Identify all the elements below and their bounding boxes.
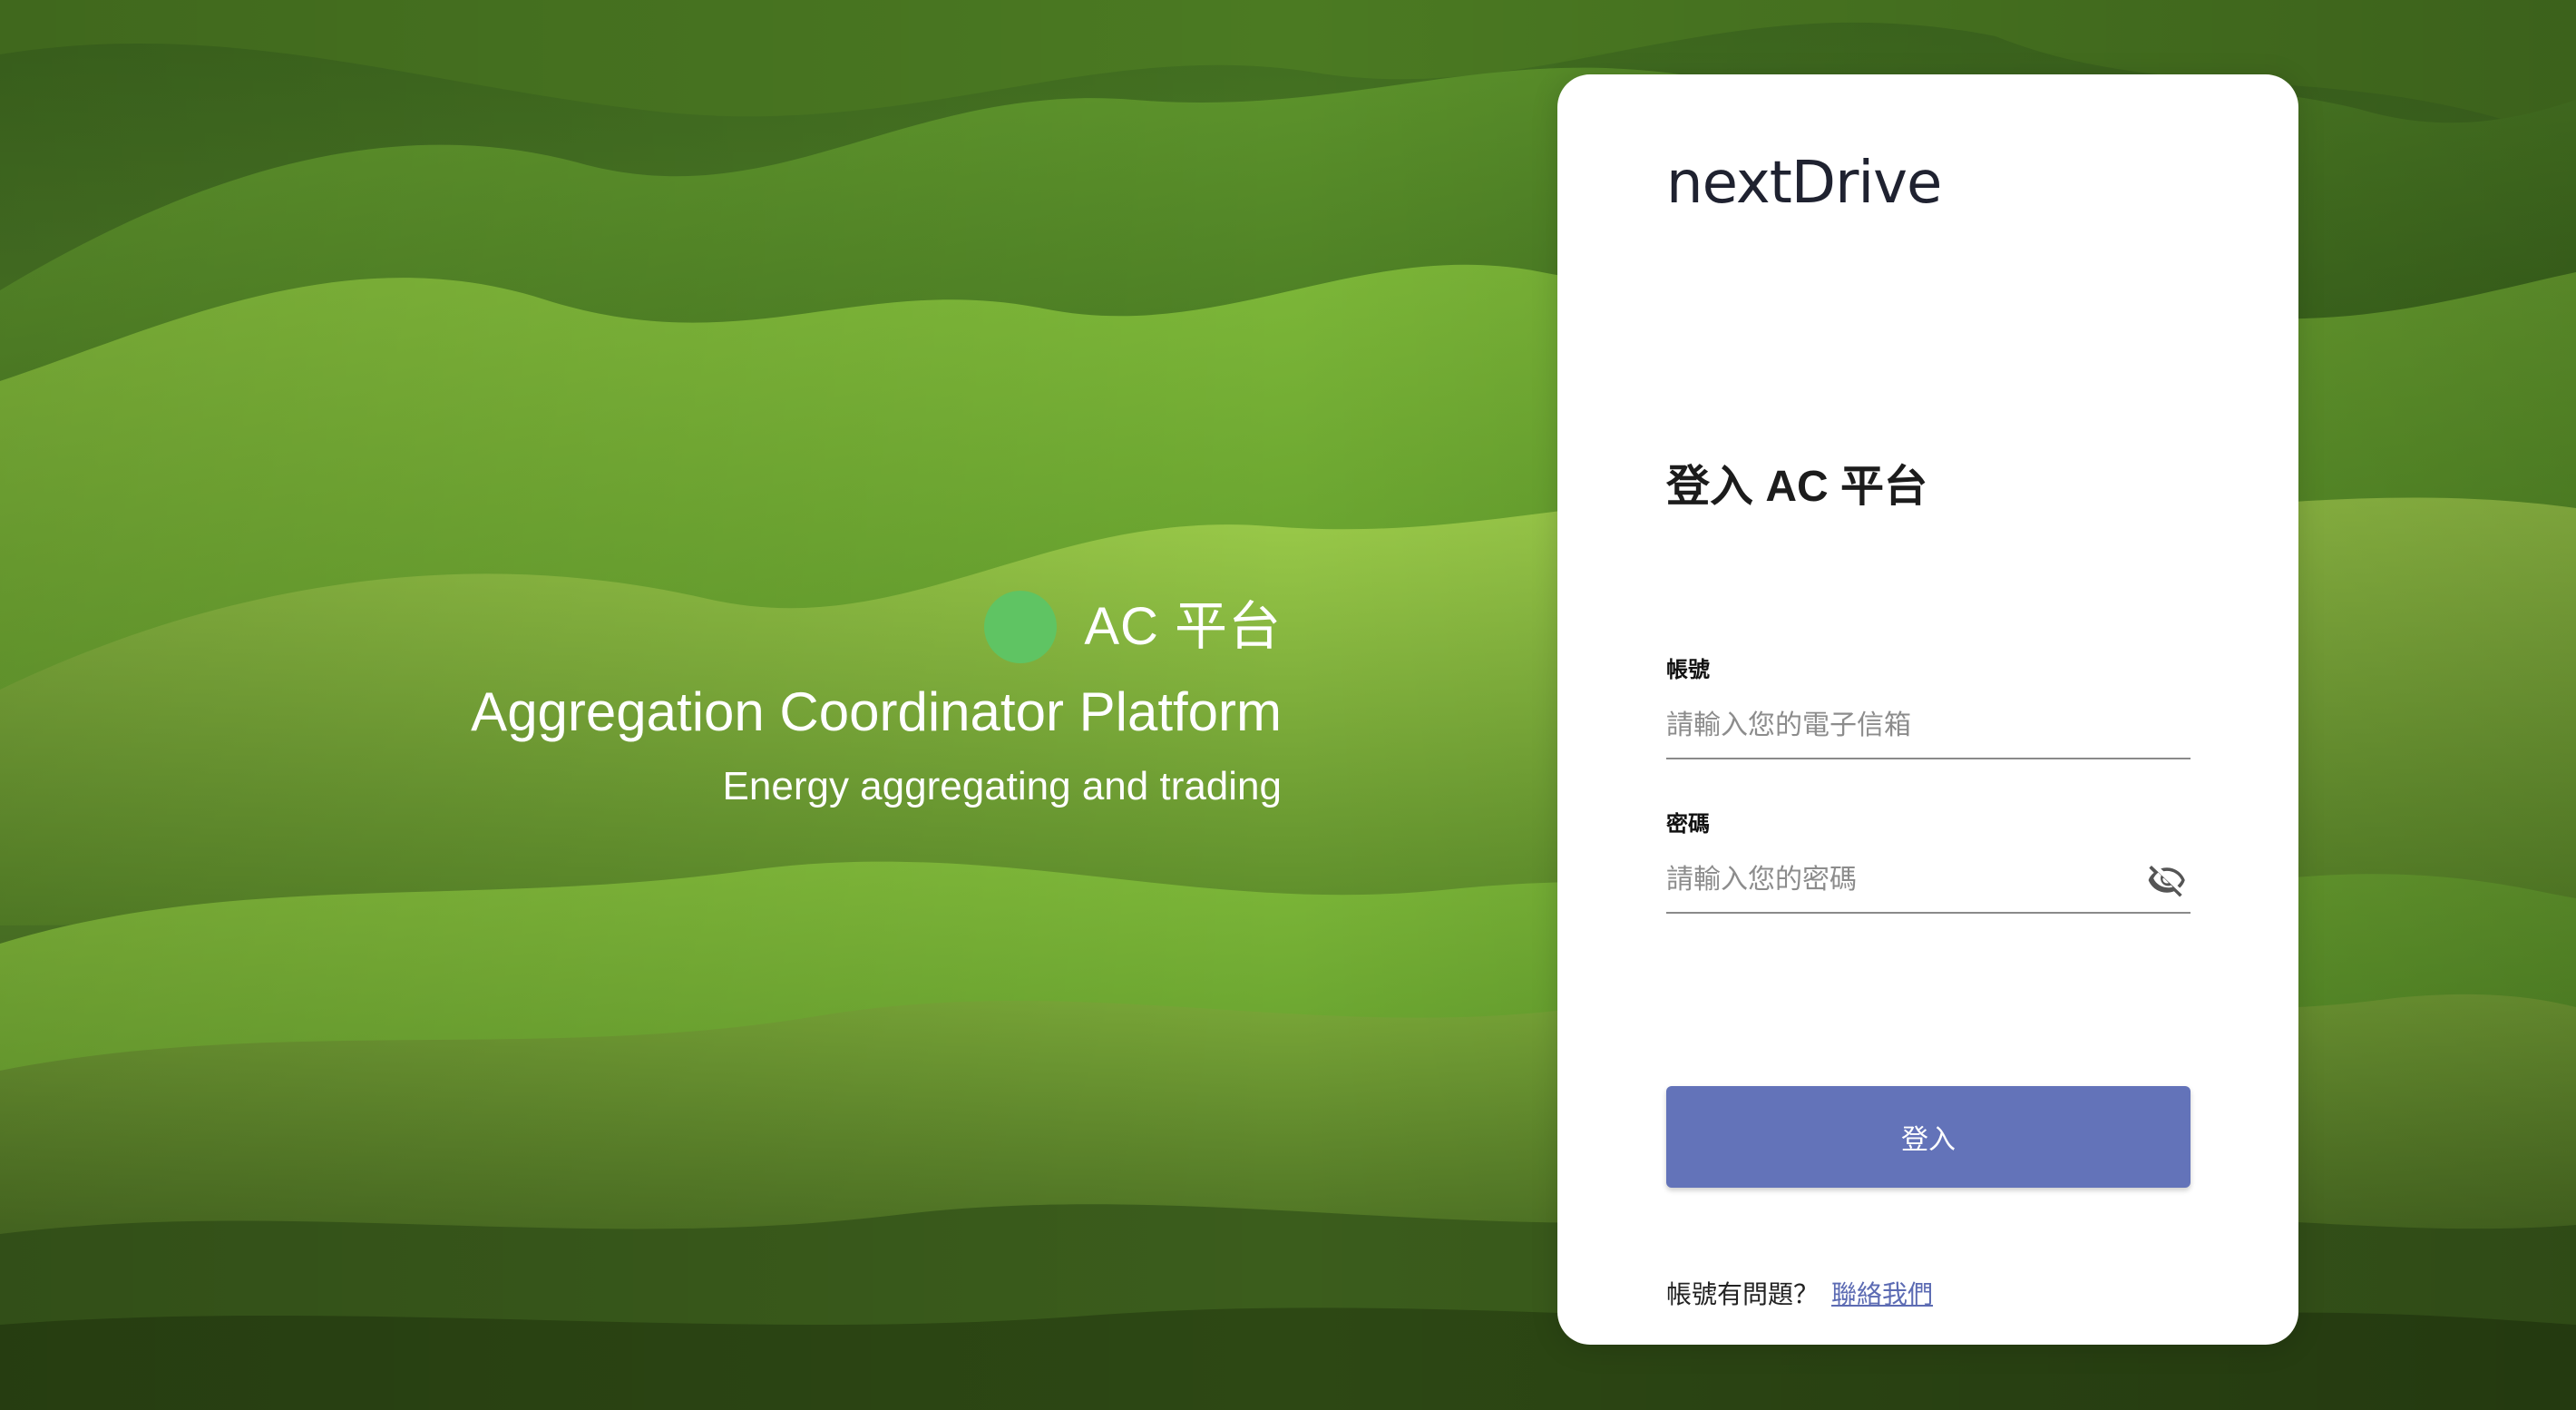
brand-name-row: AC 平台 <box>471 590 1282 664</box>
page-title: 登入 AC 平台 <box>1666 463 1928 511</box>
nextdrive-logo: nextDrive <box>1666 150 1942 217</box>
brand-dot-icon <box>984 591 1058 663</box>
contact-us-link[interactable]: 聯絡我們 <box>1831 1280 1933 1308</box>
password-label: 密碼 <box>1666 812 1710 837</box>
brand-tagline: Aggregation Coordinator Platform <box>471 681 1282 742</box>
help-text: 帳號有問題？ <box>1666 1280 1820 1308</box>
login-button[interactable]: 登入 <box>1666 1086 2191 1188</box>
help-row: 帳號有問題？ 聯絡我們 <box>1666 1277 1933 1313</box>
password-field <box>1666 848 2191 914</box>
brand-subtitle: Energy aggregating and trading <box>722 764 1282 808</box>
email-input[interactable] <box>1666 699 2191 753</box>
account-field <box>1666 694 2191 759</box>
password-input[interactable] <box>1666 853 2143 907</box>
account-label: 帳號 <box>1666 658 1710 682</box>
login-page: AC 平台 Aggregation Coordinator Platform E… <box>0 0 2576 1410</box>
login-card: nextDrive 登入 AC 平台 帳號 密碼 登入 帳號有問題？ 聯絡我們 <box>1557 74 2298 1345</box>
brand-block: AC 平台 Aggregation Coordinator Platform E… <box>471 590 1282 815</box>
eye-off-icon[interactable] <box>2143 857 2191 904</box>
brand-name: AC 平台 <box>1084 597 1282 656</box>
